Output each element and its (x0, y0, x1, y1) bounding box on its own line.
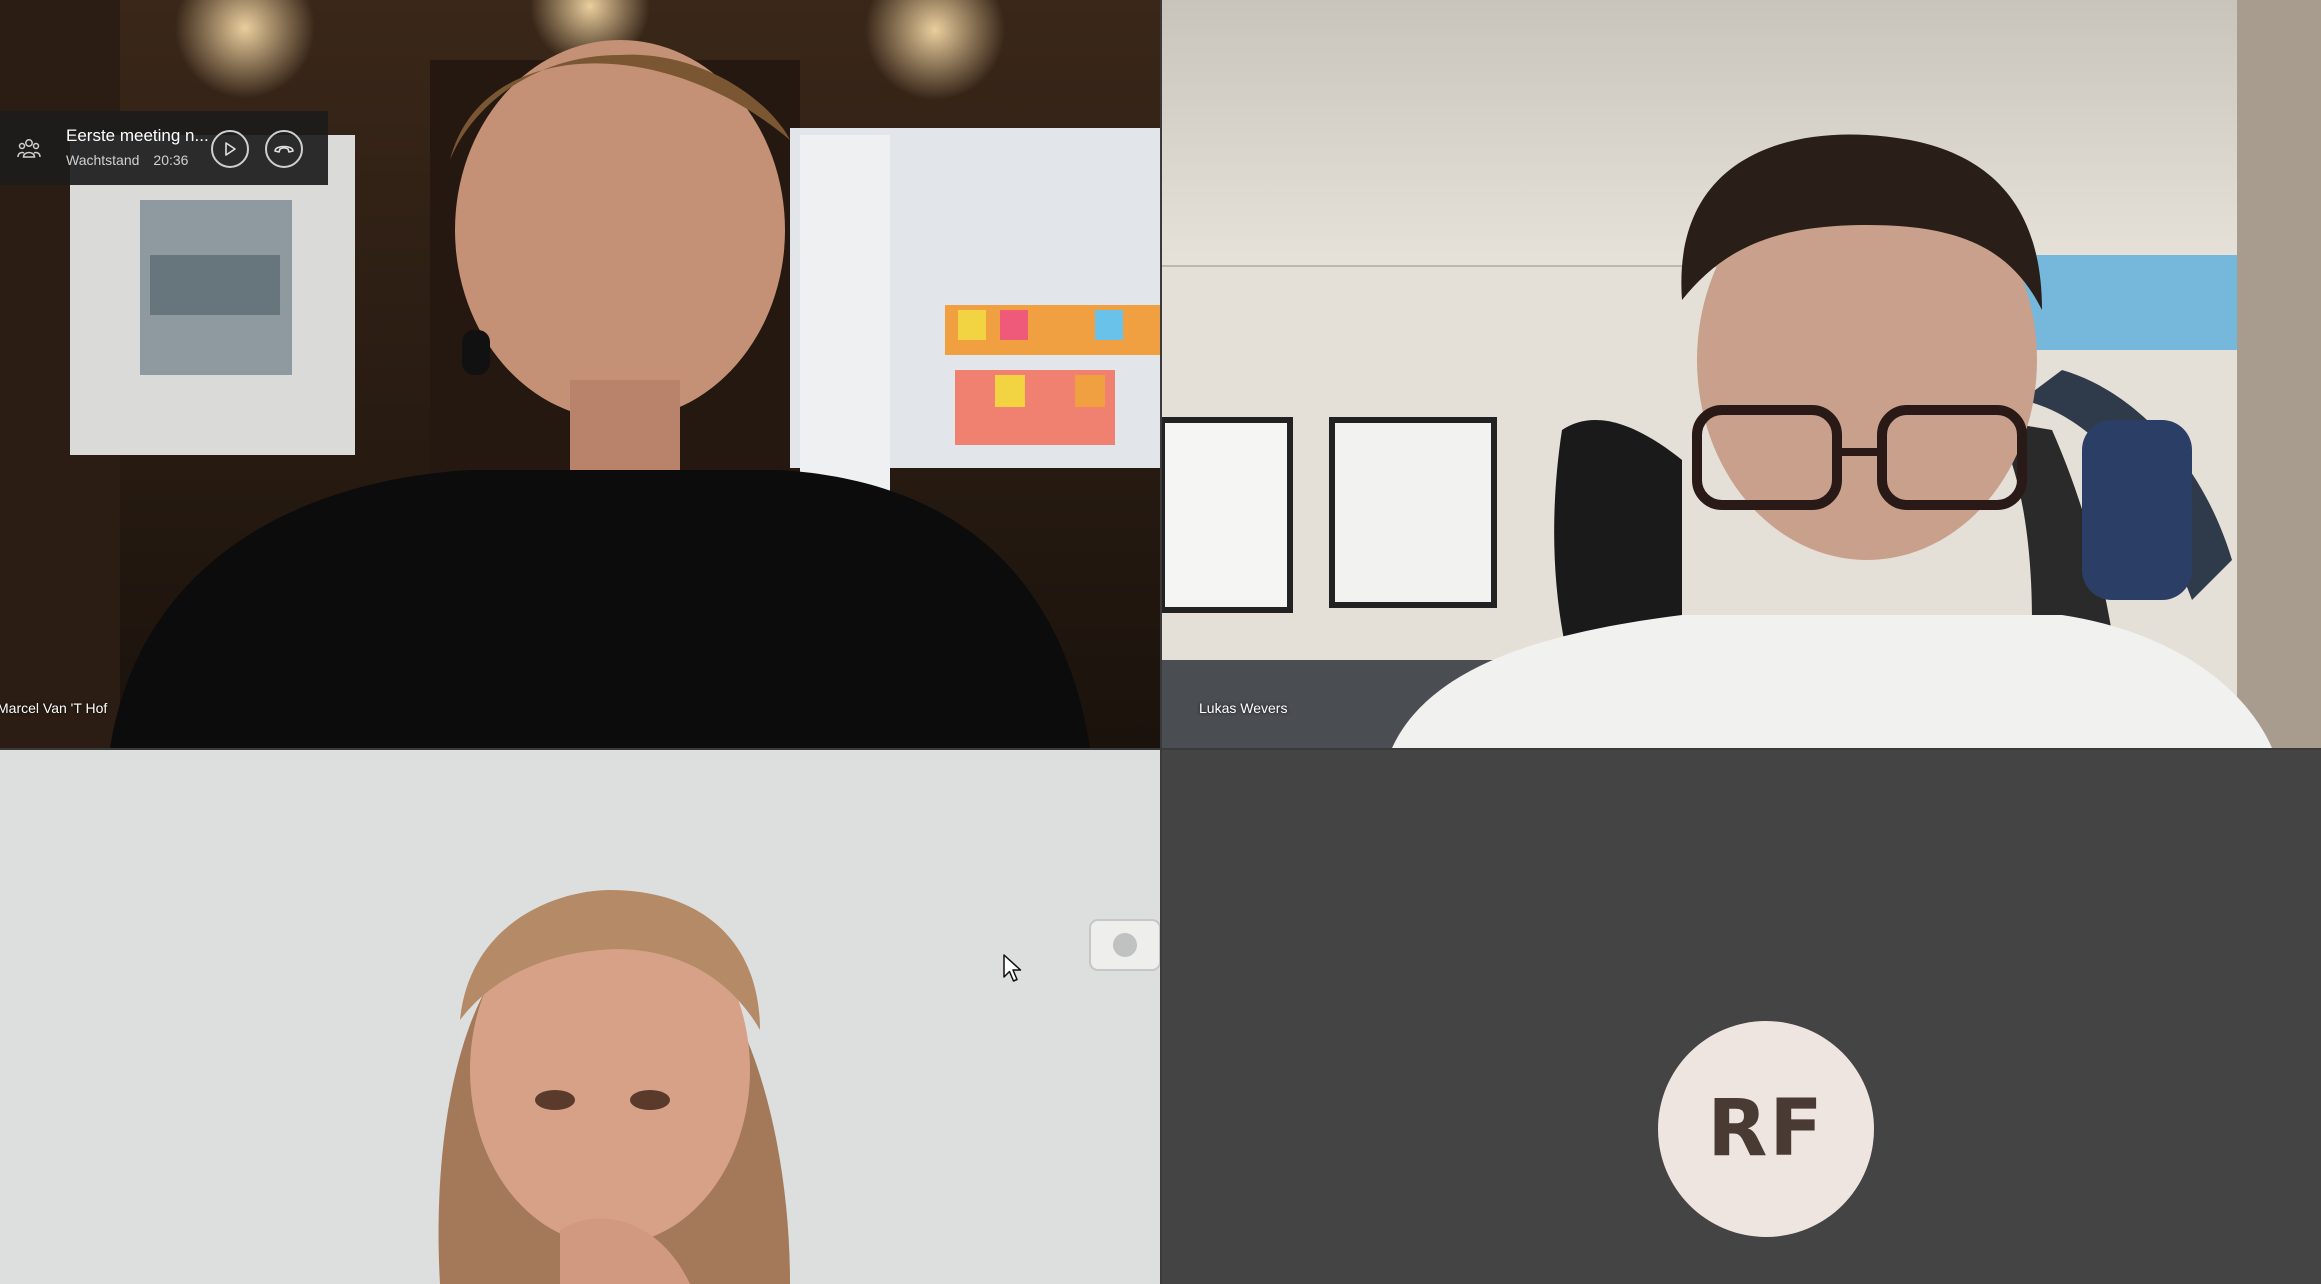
participant-tile-third[interactable] (0, 750, 1160, 1284)
avatar: RF (1658, 1021, 1874, 1237)
video-call-stage: Marcel Van 'T Hof Lukas Wevers RF Eerste… (0, 0, 2321, 1284)
participant-tile-lukas[interactable]: Lukas Wevers (1162, 0, 2321, 748)
participant-video-lukas (1162, 0, 2321, 748)
hold-status-label: Wachtstand (66, 152, 140, 168)
avatar-initials: RF (1707, 1084, 1825, 1174)
hang-up-icon (274, 145, 294, 153)
meeting-status: Wachtstand 20:36 (66, 152, 188, 168)
meeting-title: Eerste meeting n... (66, 126, 209, 145)
meeting-duration: 20:36 (153, 152, 189, 168)
play-icon (225, 142, 236, 156)
people-icon[interactable] (17, 137, 41, 159)
participant-name-label: Marcel Van 'T Hof (0, 700, 108, 716)
participant-video-third (0, 750, 1160, 1284)
participant-tile-rf[interactable]: RF (1162, 750, 2321, 1284)
resume-button[interactable] (211, 130, 249, 168)
meeting-control-bar[interactable]: Eerste meeting n... Wachtstand 20:36 (0, 111, 328, 185)
leave-call-button[interactable] (265, 130, 303, 168)
mouse-cursor (1003, 954, 1022, 982)
participant-name-label: Lukas Wevers (1199, 700, 1288, 716)
